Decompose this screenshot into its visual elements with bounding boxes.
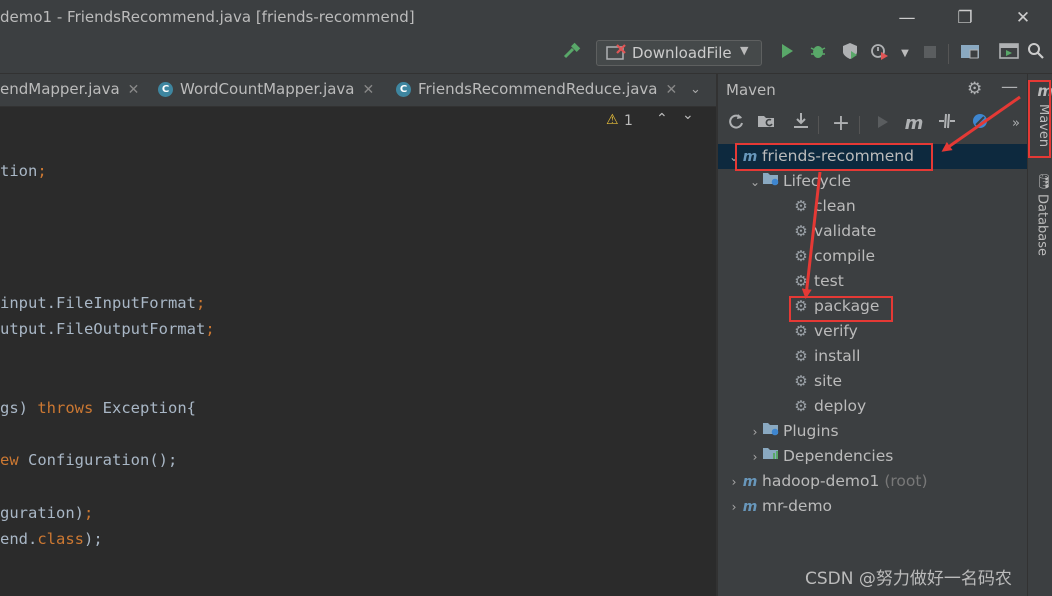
arrow-to-package (801, 171, 822, 299)
annotation-arrows (801, 95, 1021, 299)
arrow-to-project (941, 95, 1021, 152)
watermark-text: CSDN @努力做好一名码农 (805, 569, 1012, 589)
